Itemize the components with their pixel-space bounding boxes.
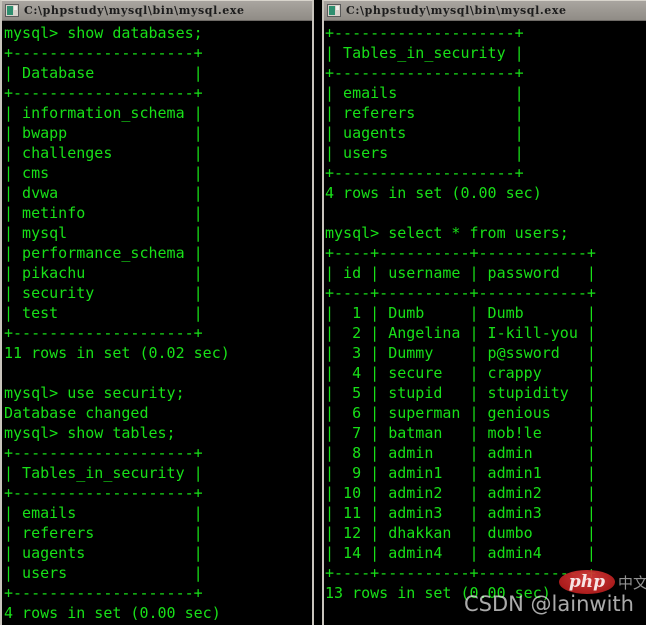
terminal-line: | emails | <box>4 504 203 522</box>
terminal-line: | Tables_in_security | <box>325 44 524 62</box>
terminal-line: | mysql | <box>4 224 203 242</box>
terminal-line: +--------------------+ <box>4 484 203 502</box>
window-title-right: C:\phpstudy\mysql\bin\mysql.exe <box>346 4 567 17</box>
terminal-line: | referers | <box>4 524 203 542</box>
terminal-output-right[interactable]: +--------------------+ | Tables_in_securi… <box>324 21 646 625</box>
terminal-line: | users | <box>325 144 524 162</box>
console-window-right[interactable]: C:\phpstudy\mysql\bin\mysql.exe +-------… <box>322 0 646 625</box>
terminal-line: +--------------------+ <box>4 84 203 102</box>
terminal-line: 4 rows in set (0.00 sec) <box>325 184 542 202</box>
console-window-left[interactable]: C:\phpstudy\mysql\bin\mysql.exe mysql> s… <box>0 0 314 625</box>
terminal-line: | 7 | batman | mob!le | <box>325 424 596 442</box>
terminal-line: | id | username | password | <box>325 264 596 282</box>
terminal-line: mysql> use security; <box>4 384 185 402</box>
terminal-line: +--------------------+ <box>4 44 203 62</box>
terminal-line: | 14 | admin4 | admin4 | <box>325 544 596 562</box>
terminal-line: | 1 | Dumb | Dumb | <box>325 304 596 322</box>
terminal-line: | 2 | Angelina | I-kill-you | <box>325 324 596 342</box>
terminal-line: +----+----------+------------+ <box>325 564 596 582</box>
terminal-output-left[interactable]: mysql> show databases; +-----------------… <box>2 21 312 625</box>
terminal-line: | 6 | superman | genious | <box>325 404 596 422</box>
terminal-line: mysql> show databases; <box>4 24 203 42</box>
terminal-line: mysql> select * from users; <box>325 224 569 242</box>
terminal-line: +--------------------+ <box>325 24 524 42</box>
terminal-line: | challenges | <box>4 144 203 162</box>
terminal-line: | metinfo | <box>4 204 203 222</box>
terminal-line: | 8 | admin | admin | <box>325 444 596 462</box>
terminal-line: | Tables_in_security | <box>4 464 203 482</box>
terminal-line: +--------------------+ <box>4 584 203 602</box>
terminal-line: | users | <box>4 564 203 582</box>
terminal-line: | 4 | secure | crappy | <box>325 364 596 382</box>
desktop-background: C:\phpstudy\mysql\bin\mysql.exe mysql> s… <box>0 0 646 625</box>
titlebar-left[interactable]: C:\phpstudy\mysql\bin\mysql.exe <box>2 1 312 21</box>
terminal-line: | 11 | admin3 | admin3 | <box>325 504 596 522</box>
terminal-line: 4 rows in set (0.00 sec) <box>4 604 221 622</box>
terminal-line: +--------------------+ <box>325 164 524 182</box>
terminal-line: | 3 | Dummy | p@ssword | <box>325 344 596 362</box>
terminal-line: +--------------------+ <box>4 444 203 462</box>
terminal-line: | pikachu | <box>4 264 203 282</box>
terminal-line: | referers | <box>325 104 524 122</box>
terminal-line: Database changed <box>4 404 149 422</box>
terminal-line: +----+----------+------------+ <box>325 244 596 262</box>
terminal-line: | uagents | <box>325 124 524 142</box>
terminal-line: 13 rows in set (0.00 sec) <box>325 584 551 602</box>
terminal-line: | emails | <box>325 84 524 102</box>
titlebar-right[interactable]: C:\phpstudy\mysql\bin\mysql.exe <box>324 1 646 21</box>
terminal-line: | bwapp | <box>4 124 203 142</box>
console-icon <box>327 4 341 17</box>
terminal-line: | security | <box>4 284 203 302</box>
terminal-line: mysql> show tables; <box>4 424 176 442</box>
terminal-line: | cms | <box>4 164 203 182</box>
terminal-line: | test | <box>4 304 203 322</box>
console-icon <box>5 4 19 17</box>
terminal-line: | 5 | stupid | stupidity | <box>325 384 596 402</box>
terminal-line: | performance_schema | <box>4 244 203 262</box>
terminal-line: | 10 | admin2 | admin2 | <box>325 484 596 502</box>
terminal-line: +----+----------+------------+ <box>325 284 596 302</box>
terminal-line: | 9 | admin1 | admin1 | <box>325 464 596 482</box>
terminal-line: +--------------------+ <box>325 64 524 82</box>
terminal-line: | uagents | <box>4 544 203 562</box>
terminal-line: 11 rows in set (0.02 sec) <box>4 344 230 362</box>
terminal-line: | information_schema | <box>4 104 203 122</box>
terminal-line: | 12 | dhakkan | dumbo | <box>325 524 596 542</box>
terminal-line: +--------------------+ <box>4 324 203 342</box>
window-title-left: C:\phpstudy\mysql\bin\mysql.exe <box>24 4 245 17</box>
terminal-line: | dvwa | <box>4 184 203 202</box>
terminal-line: | Database | <box>4 64 203 82</box>
